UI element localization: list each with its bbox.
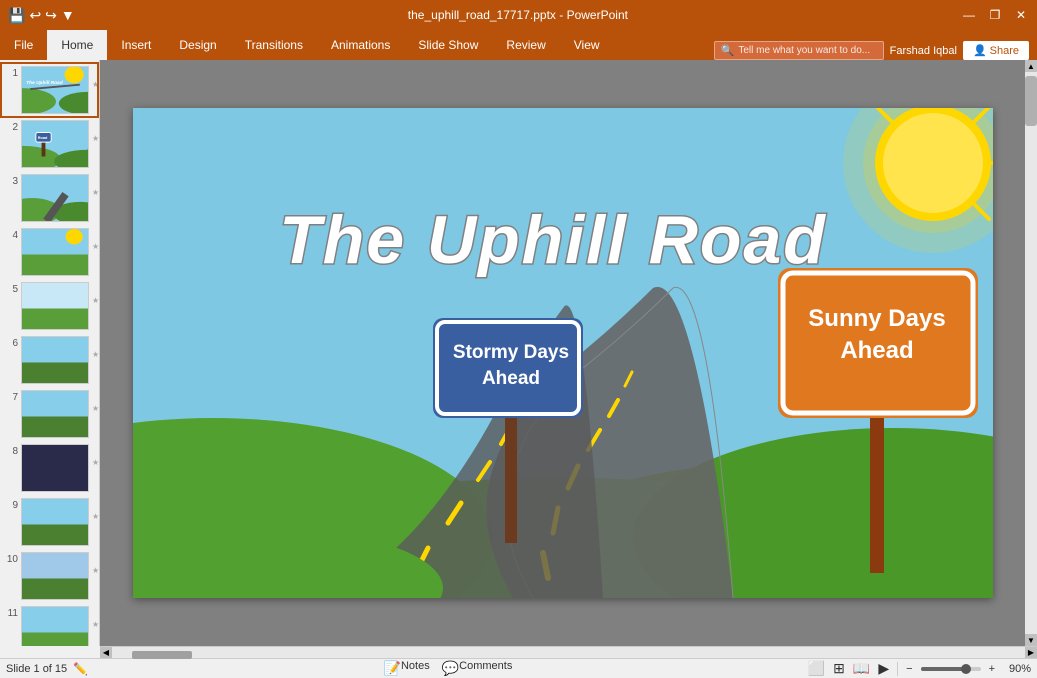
undo-icon[interactable]: ↩ [29, 7, 41, 24]
scroll-right-arrow[interactable]: ▶ [1025, 647, 1037, 658]
title-bar: 💾 ↩ ↪ ▼ the_uphill_road_17717.pptx - Pow… [0, 0, 1037, 30]
slide-sorter-icon[interactable]: ⊞ [833, 660, 845, 677]
customize-icon[interactable]: ▼ [61, 7, 75, 23]
slide-thumb-9 [21, 498, 89, 546]
save-icon[interactable]: 💾 [8, 7, 25, 24]
zoom-slider[interactable] [921, 667, 981, 671]
status-bar: Slide 1 of 15 ✏️ 📝 Notes 💬 Comments ⬜ ⊞ … [0, 658, 1037, 678]
tab-insert[interactable]: Insert [107, 30, 165, 60]
svg-text:Ahead: Ahead [840, 337, 913, 364]
close-button[interactable]: ✕ [1013, 7, 1029, 23]
slide-thumb-6 [21, 336, 89, 384]
slide-item-6[interactable]: 6 ★ [2, 334, 97, 386]
status-right: ⬜ ⊞ 📖 ▶ − + 90% [808, 660, 1031, 677]
accessibility-icon[interactable]: ✏️ [73, 662, 88, 676]
slide-item-11[interactable]: 11 ★ [2, 604, 97, 646]
slide-item-8[interactable]: 8 ★ [2, 442, 97, 494]
slide-thumb-11 [21, 606, 89, 646]
scroll-down-arrow[interactable]: ▼ [1025, 634, 1037, 646]
slide-thumb-7 [21, 390, 89, 438]
h-scroll-thumb[interactable] [132, 651, 192, 659]
comments-label[interactable]: Comments [459, 660, 512, 677]
svg-text:Ahead: Ahead [481, 368, 539, 389]
tab-file[interactable]: File [0, 30, 47, 60]
share-button[interactable]: 👤 Share [963, 41, 1029, 60]
bottom-scrollbar: ◀ ▶ [100, 646, 1037, 658]
notes-label[interactable]: Notes [401, 660, 430, 677]
zoom-thumb[interactable] [961, 664, 971, 674]
window-title: the_uphill_road_17717.pptx - PowerPoint [75, 8, 961, 22]
ribbon-tabs: File Home Insert Design Transitions Anim… [0, 30, 1037, 60]
tab-slideshow[interactable]: Slide Show [404, 30, 492, 60]
svg-text:Stormy Days: Stormy Days [452, 342, 568, 363]
tab-animations[interactable]: Animations [317, 30, 404, 60]
zoom-in-icon[interactable]: + [989, 663, 995, 675]
right-scrollbar: ▲ ▼ [1025, 60, 1037, 646]
status-left: Slide 1 of 15 ✏️ [6, 662, 88, 676]
slide-item-9[interactable]: 9 ★ [2, 496, 97, 548]
search-icon: 🔍 [721, 44, 735, 57]
slide-thumb-8 [21, 444, 89, 492]
zoom-out-icon[interactable]: − [906, 663, 912, 675]
quick-access-toolbar: 💾 ↩ ↪ ▼ [8, 7, 75, 24]
svg-text:Sunny Days: Sunny Days [808, 305, 945, 332]
tell-me-search[interactable]: 🔍 Tell me what you want to do... [714, 41, 884, 60]
tab-view[interactable]: View [560, 30, 614, 60]
slide-thumb-2: Road [21, 120, 89, 168]
slide-item-7[interactable]: 7 ★ [2, 388, 97, 440]
main-area: 1 The Uphill Road ★ 2 [0, 60, 1037, 646]
scroll-up-arrow[interactable]: ▲ [1025, 60, 1037, 72]
canvas-area: Stormy Days Ahead Sunny Days Ahead The U… [100, 60, 1025, 646]
svg-text:Road: Road [38, 136, 48, 140]
scroll-track [112, 649, 1025, 657]
reading-view-icon[interactable]: 📖 [853, 660, 870, 677]
slide-item-1[interactable]: 1 The Uphill Road ★ [2, 64, 97, 116]
slide-thumb-1: The Uphill Road [21, 66, 89, 114]
scroll-thumb[interactable] [1025, 76, 1037, 126]
slide-info: Slide 1 of 15 [6, 663, 67, 675]
comments-icon[interactable]: 💬 [442, 660, 459, 677]
tab-home[interactable]: Home [47, 30, 107, 60]
zoom-level[interactable]: 90% [1003, 663, 1031, 675]
redo-icon[interactable]: ↪ [45, 7, 57, 24]
scroll-left-arrow[interactable]: ◀ [100, 647, 112, 658]
slide-thumb-10 [21, 552, 89, 600]
tab-review[interactable]: Review [492, 30, 559, 60]
slide-item-2[interactable]: 2 Road ★ [2, 118, 97, 170]
status-middle: 📝 Notes 💬 Comments [88, 660, 808, 677]
slide-item-5[interactable]: 5 ★ [2, 280, 97, 332]
user-name: Farshad Iqbal [890, 45, 957, 57]
search-placeholder-text: Tell me what you want to do... [738, 45, 870, 56]
slide-thumb-5 [21, 282, 89, 330]
slide-item-10[interactable]: 10 ★ [2, 550, 97, 602]
slideshow-icon[interactable]: ▶ [878, 660, 889, 677]
restore-button[interactable]: ❐ [987, 7, 1003, 23]
tab-transitions[interactable]: Transitions [231, 30, 317, 60]
divider [897, 662, 898, 676]
slide-canvas[interactable]: Stormy Days Ahead Sunny Days Ahead The U… [133, 108, 993, 598]
minimize-button[interactable]: — [961, 7, 977, 23]
slide-thumb-3 [21, 174, 89, 222]
slide-item-4[interactable]: 4 ★ [2, 226, 97, 278]
notes-icon[interactable]: 📝 [384, 660, 401, 677]
window-controls: — ❐ ✕ [961, 7, 1029, 23]
svg-text:The Uphill Road: The Uphill Road [26, 80, 62, 86]
slide-thumb-4 [21, 228, 89, 276]
svg-text:The Uphill Road: The Uphill Road [279, 202, 827, 278]
normal-view-icon[interactable]: ⬜ [808, 660, 825, 677]
slide-item-3[interactable]: 3 ★ [2, 172, 97, 224]
slide-panel[interactable]: 1 The Uphill Road ★ 2 [0, 60, 100, 646]
person-icon: 👤 [973, 44, 987, 57]
tab-design[interactable]: Design [165, 30, 230, 60]
